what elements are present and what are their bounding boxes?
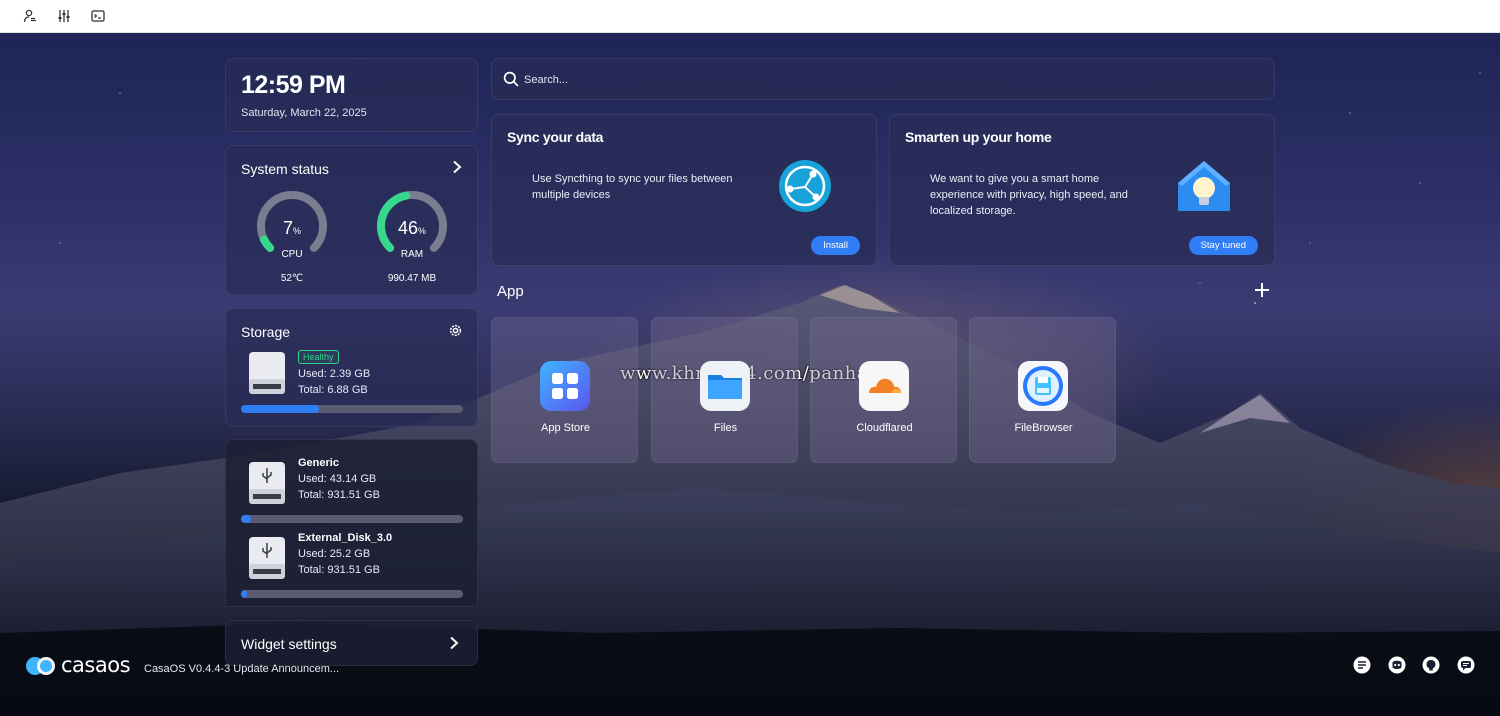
clock-widget: 12:59 PM Saturday, March 22, 2025 bbox=[225, 58, 478, 132]
promo-description: We want to give you a smart home experie… bbox=[930, 173, 1128, 217]
storage-used: Used: 2.39 GB bbox=[298, 368, 371, 380]
app-section-title: App bbox=[497, 283, 524, 300]
casaos-logo-icon bbox=[26, 657, 55, 675]
search-icon bbox=[503, 71, 519, 92]
clock-date: Saturday, March 22, 2025 bbox=[241, 107, 367, 119]
drive-name: External_Disk_3.0 bbox=[298, 532, 393, 544]
syncthing-icon bbox=[778, 159, 832, 218]
app-tile-filebrowser[interactable]: FileBrowser bbox=[969, 317, 1116, 463]
chat-icon[interactable] bbox=[1457, 656, 1475, 674]
widget-settings-label: Widget settings bbox=[241, 636, 337, 652]
sliders-icon[interactable] bbox=[56, 8, 72, 24]
storage-total: Total: 6.88 GB bbox=[298, 384, 368, 396]
drive-name: Generic bbox=[298, 457, 339, 469]
drive-used: Used: 25.2 GB bbox=[298, 548, 371, 560]
app-name: Files bbox=[713, 422, 738, 434]
hard-drive-icon bbox=[248, 351, 286, 395]
app-name: App Store bbox=[541, 422, 590, 434]
app-tile-app-store[interactable]: App Store bbox=[491, 317, 638, 463]
cpu-value: 7 bbox=[282, 218, 293, 238]
ram-percent: 46% bbox=[375, 218, 449, 239]
storage-title: Storage bbox=[241, 324, 291, 340]
usb-drive-icon bbox=[248, 461, 286, 505]
update-announcement-link[interactable]: CasaOS V0.4.4-3 Update Announcem... bbox=[144, 663, 339, 675]
promo-title: Sync your data bbox=[507, 129, 604, 145]
drive-total: Total: 931.51 GB bbox=[298, 489, 380, 501]
chevron-right-icon[interactable] bbox=[451, 160, 463, 179]
drive-usage-fill bbox=[241, 590, 247, 598]
files-icon bbox=[700, 361, 750, 411]
storage-usage-bar bbox=[241, 405, 463, 413]
drives-widget: Generic Used: 43.14 GB Total: 931.51 GB … bbox=[225, 439, 478, 607]
status-badge: Healthy bbox=[298, 350, 339, 364]
gear-icon[interactable] bbox=[448, 323, 463, 343]
app-name: FileBrowser bbox=[1014, 422, 1073, 434]
drive-usage-bar bbox=[241, 590, 463, 598]
search-bar bbox=[491, 58, 1275, 100]
cpu-unit: % bbox=[293, 226, 302, 236]
cpu-gauge-fill bbox=[260, 235, 275, 252]
storage-usage-fill bbox=[241, 405, 319, 413]
stay-tuned-button[interactable]: Stay tuned bbox=[1188, 236, 1258, 255]
add-app-icon[interactable] bbox=[1252, 280, 1272, 300]
cpu-gauge: 7% CPU 52℃ bbox=[255, 189, 335, 289]
promo-description: Use Syncthing to sync your files between… bbox=[532, 173, 733, 201]
ram-unit: % bbox=[418, 226, 427, 236]
app-tile-files[interactable]: Files bbox=[651, 317, 798, 463]
app-name: Cloudflared bbox=[856, 422, 913, 434]
ram-gauge: 46% RAM 990.47 MB bbox=[375, 189, 455, 289]
widget-settings-button[interactable]: Widget settings bbox=[225, 620, 478, 666]
drive-usage-fill bbox=[241, 515, 252, 523]
casaos-wordmark: casaos bbox=[61, 653, 131, 677]
system-status-title: System status bbox=[241, 161, 329, 177]
promo-title: Smarten up your home bbox=[905, 129, 1052, 145]
desktop-background: www.khmer24.com/panha.p 12:59 PM Saturda… bbox=[0, 33, 1500, 716]
drive-total: Total: 931.51 GB bbox=[298, 564, 380, 576]
cloudflared-icon bbox=[859, 361, 909, 411]
storage-widget: Storage Healthy Used: 2.39 GB Total: 6.8… bbox=[225, 308, 478, 427]
ram-label: RAM bbox=[400, 249, 424, 260]
usb-drive-icon bbox=[248, 536, 286, 580]
ram-used: 990.47 MB bbox=[387, 273, 437, 284]
discord-icon[interactable] bbox=[1388, 656, 1406, 674]
top-toolbar bbox=[0, 0, 1500, 33]
install-button[interactable]: Install bbox=[811, 236, 860, 255]
drive-used: Used: 43.14 GB bbox=[298, 473, 377, 485]
github-icon[interactable] bbox=[1422, 656, 1440, 674]
cpu-percent: 7% bbox=[255, 218, 329, 239]
user-settings-icon[interactable] bbox=[22, 8, 38, 24]
sync-data-card: Sync your data Use Syncthing to sync you… bbox=[491, 114, 877, 266]
app-tile-cloudflared[interactable]: Cloudflared bbox=[810, 317, 957, 463]
search-input[interactable] bbox=[524, 70, 1224, 90]
cpu-temperature: 52℃ bbox=[280, 273, 304, 284]
terminal-icon[interactable] bbox=[90, 8, 106, 24]
casaos-logo: casaos bbox=[25, 653, 131, 677]
app-store-icon bbox=[540, 361, 590, 411]
smart-home-card: Smarten up your home We want to give you… bbox=[889, 114, 1275, 266]
smart-home-bulb-icon bbox=[1176, 159, 1232, 220]
clock-time: 12:59 PM bbox=[241, 71, 346, 99]
chevron-right-icon bbox=[449, 636, 459, 655]
filebrowser-icon bbox=[1018, 361, 1068, 411]
system-status-widget: System status 7% CPU 52℃ 46% RAM 990.47 … bbox=[225, 145, 478, 295]
ram-value: 46 bbox=[397, 218, 418, 238]
drive-usage-bar bbox=[241, 515, 463, 523]
feedback-icon[interactable] bbox=[1353, 656, 1371, 674]
cpu-label: CPU bbox=[281, 249, 303, 260]
